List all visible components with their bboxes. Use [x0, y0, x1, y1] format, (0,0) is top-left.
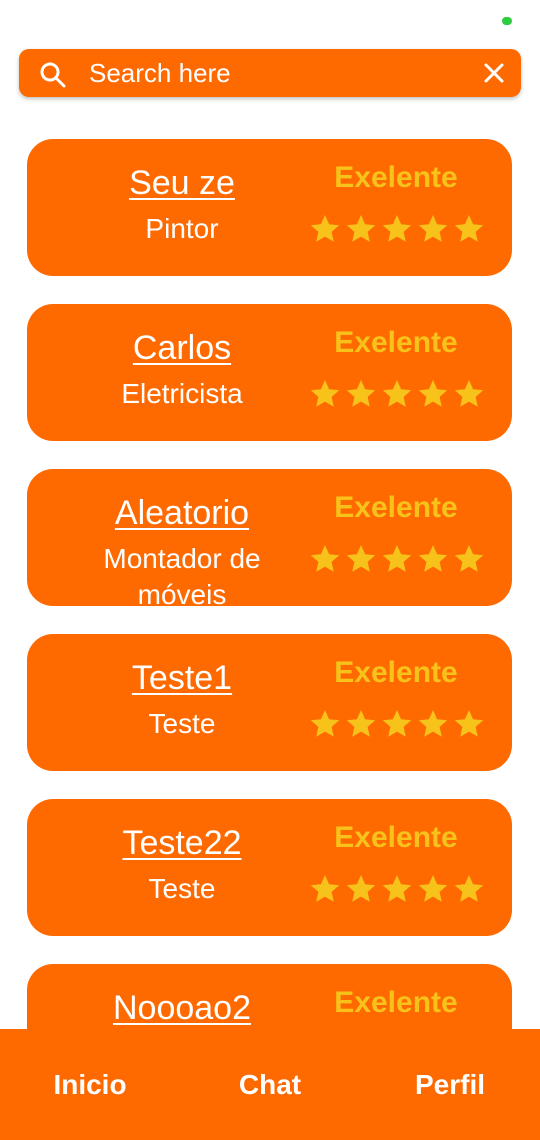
star-rating: [309, 378, 485, 410]
star-icon: [346, 875, 376, 902]
search-input[interactable]: [89, 57, 459, 89]
star-icon: [310, 215, 340, 242]
star-icon: [346, 380, 376, 407]
app-screen: Seu ze Pintor Exelente Carlos Eletricista Exe…: [0, 0, 540, 1140]
bottom-navigation: Inicio Chat Perfil: [0, 1029, 540, 1140]
professional-profession: Teste: [148, 873, 216, 904]
star-icon: [310, 545, 340, 572]
professional-profession: Eletricista: [121, 378, 243, 409]
star-rating: [309, 213, 485, 245]
rating-label: Exelente: [334, 491, 458, 524]
star-rating: [309, 543, 485, 575]
star-icon: [418, 215, 448, 242]
professional-profession: Teste: [148, 708, 216, 739]
professional-name-link[interactable]: Carlos: [67, 328, 297, 368]
rating-label: Exelente: [334, 326, 458, 359]
star-icon: [454, 215, 484, 242]
rating-label: Exelente: [334, 161, 458, 194]
rating-label: Exelente: [334, 821, 458, 854]
star-rating: [309, 708, 485, 740]
professional-name-link[interactable]: Teste1: [67, 658, 297, 698]
professional-name-link[interactable]: Aleatorio: [67, 493, 297, 533]
search-bar[interactable]: [19, 49, 521, 97]
nav-profile-tab[interactable]: Perfil: [360, 1067, 540, 1103]
professional-profession: Pintor: [145, 213, 219, 244]
star-icon: [454, 875, 484, 902]
professional-profession: Montador de móveis: [103, 543, 261, 606]
star-icon: [382, 380, 412, 407]
professional-name-link[interactable]: Teste22: [67, 823, 297, 863]
star-icon: [382, 710, 412, 737]
star-icon: [346, 545, 376, 572]
professional-name-link[interactable]: Seu ze: [67, 163, 297, 203]
status-indicator-icon: [502, 17, 512, 25]
star-icon: [418, 710, 448, 737]
star-icon: [382, 545, 412, 572]
star-icon: [454, 545, 484, 572]
star-icon: [454, 380, 484, 407]
rating-label: Exelente: [334, 986, 458, 1019]
search-icon[interactable]: [39, 61, 67, 89]
professional-card[interactable]: Seu ze Pintor Exelente: [27, 139, 512, 276]
professional-name-link[interactable]: Noooao2: [67, 988, 297, 1028]
star-icon: [310, 875, 340, 902]
star-icon: [454, 710, 484, 737]
professional-card[interactable]: Teste22 Teste Exelente: [27, 799, 512, 936]
star-icon: [310, 380, 340, 407]
professional-card[interactable]: Carlos Eletricista Exelente: [27, 304, 512, 441]
star-icon: [418, 875, 448, 902]
star-icon: [418, 545, 448, 572]
star-rating: [309, 873, 485, 905]
rating-label: Exelente: [334, 656, 458, 689]
professional-card[interactable]: Teste1 Teste Exelente: [27, 634, 512, 771]
star-icon: [382, 215, 412, 242]
star-icon: [382, 875, 412, 902]
professional-card[interactable]: Aleatorio Montador de móveis Exelente: [27, 469, 512, 606]
nav-chat-tab[interactable]: Chat: [180, 1067, 360, 1103]
star-icon: [310, 710, 340, 737]
star-icon: [346, 710, 376, 737]
star-icon: [418, 380, 448, 407]
nav-home-tab[interactable]: Inicio: [0, 1067, 180, 1103]
star-icon: [346, 215, 376, 242]
close-icon[interactable]: [483, 62, 505, 84]
professional-list: Seu ze Pintor Exelente Carlos Eletricista Exe…: [27, 139, 512, 1129]
